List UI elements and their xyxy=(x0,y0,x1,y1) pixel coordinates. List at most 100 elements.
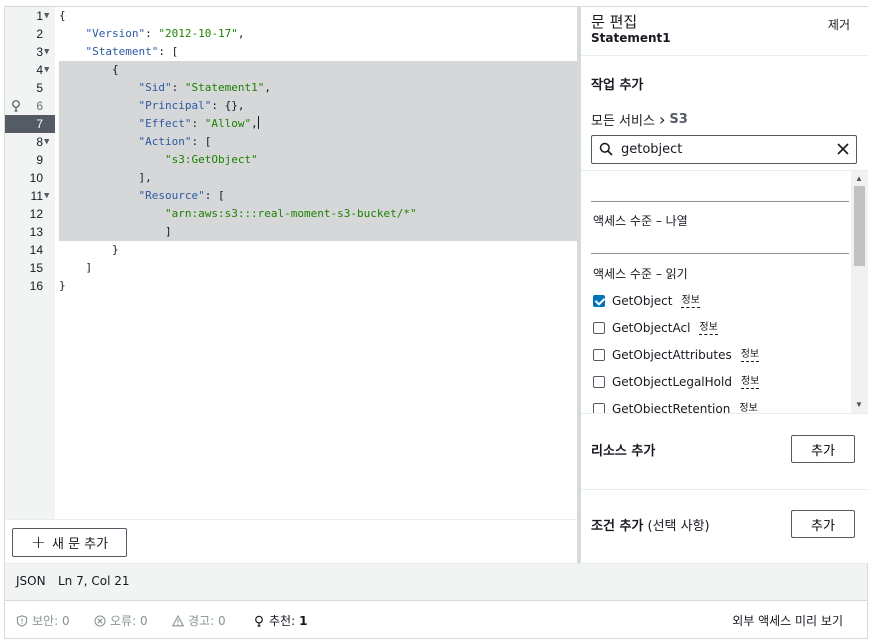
code-line-7[interactable]: 7 "Effect": "Allow", xyxy=(5,115,577,133)
breadcrumb-current: S3 xyxy=(669,112,688,127)
json-editor[interactable]: 1 ▼ { 2 "Version": "2012-10-17", 3 ▼ "St… xyxy=(5,7,577,519)
shield-icon xyxy=(16,614,28,627)
warnings-tab[interactable]: 경고: 0 xyxy=(172,612,226,629)
action-item[interactable]: GetObjectAcl 정보 xyxy=(593,319,718,337)
line-number: 13 xyxy=(29,225,43,239)
security-count: 보안: 0 xyxy=(32,614,70,628)
action-label: GetObjectAttributes xyxy=(612,348,732,362)
code-line-16[interactable]: 16 } xyxy=(5,277,577,295)
add-resource-label: 리소스 추가 xyxy=(591,444,656,459)
action-label: GetObjectAcl xyxy=(612,321,691,335)
action-item[interactable]: GetObjectLegalHold 정보 xyxy=(593,373,760,391)
code-line-6[interactable]: 6 "Principal": {}, xyxy=(5,97,577,115)
add-statement-label: 새 문 추가 xyxy=(51,537,109,552)
error-icon xyxy=(94,614,106,627)
scroll-up-icon[interactable]: ▲ xyxy=(855,174,863,183)
code-line-1[interactable]: 1 ▼ { xyxy=(5,7,577,25)
checkbox[interactable] xyxy=(593,403,605,413)
chevron-right-icon: › xyxy=(658,110,666,129)
action-label: GetObject xyxy=(612,294,673,308)
code-line-5[interactable]: 5 "Sid": "Statement1", xyxy=(5,79,577,97)
action-label: GetObjectLegalHold xyxy=(612,375,732,389)
code-line-8[interactable]: 8 ▼ "Action": [ xyxy=(5,133,577,151)
line-number: 11 xyxy=(30,189,43,203)
checkbox-checked[interactable] xyxy=(593,295,605,307)
scrollbar-thumb[interactable] xyxy=(854,186,865,266)
editor-footer: + 새 문 추가 xyxy=(5,519,577,563)
line-number: 6 xyxy=(36,99,43,113)
add-condition-label: 조건 추가 (선택 사항) xyxy=(591,519,710,534)
code-line-12[interactable]: 12 "arn:aws:s3:::real-moment-s3-bucket/*… xyxy=(5,205,577,223)
preview-external-access-link[interactable]: 외부 액세스 미리 보기 xyxy=(732,612,843,629)
add-action-title: 작업 추가 xyxy=(591,78,644,93)
clear-icon[interactable] xyxy=(836,142,850,156)
line-number: 2 xyxy=(36,27,43,41)
divider xyxy=(591,201,849,202)
code-line-4[interactable]: 4 ▼ { xyxy=(5,61,577,79)
fold-arrow-icon[interactable]: ▼ xyxy=(44,7,49,25)
security-tab[interactable]: 보안: 0 xyxy=(16,612,70,629)
list-scrollbar[interactable]: ▲ ▼ xyxy=(851,171,868,413)
info-link[interactable]: 정보 xyxy=(681,295,700,308)
add-resource-button[interactable]: 추가 xyxy=(791,435,855,463)
suggestions-tab[interactable]: 추천: 1 xyxy=(253,612,307,629)
errors-count: 오류: 0 xyxy=(110,614,148,628)
plus-icon: + xyxy=(30,531,46,553)
fold-arrow-icon[interactable]: ▼ xyxy=(44,187,49,205)
action-search-input[interactable]: getobject xyxy=(591,135,857,164)
line-number: 12 xyxy=(29,207,43,221)
info-link[interactable]: 정보 xyxy=(699,322,718,335)
fold-arrow-icon[interactable]: ▼ xyxy=(44,133,49,151)
action-item[interactable]: GetObject 정보 xyxy=(593,292,700,310)
code-line-9[interactable]: 9 "s3:GetObject" xyxy=(5,151,577,169)
add-statement-button[interactable]: + 새 문 추가 xyxy=(12,528,127,557)
code-line-2[interactable]: 2 "Version": "2012-10-17", xyxy=(5,25,577,43)
line-number: 5 xyxy=(36,81,43,95)
add-resource-row: 리소스 추가 추가 xyxy=(581,413,868,489)
remove-statement-button[interactable]: 제거 xyxy=(828,16,850,33)
add-condition-row: 조건 추가 (선택 사항) 추가 xyxy=(581,489,868,563)
line-number: 4 xyxy=(36,63,43,77)
fold-arrow-icon[interactable]: ▼ xyxy=(44,61,49,79)
line-number-active: 7 xyxy=(5,115,55,133)
checkbox[interactable] xyxy=(593,322,605,334)
cursor-position: Ln 7, Col 21 xyxy=(58,574,130,588)
policy-checks-bar: 보안: 0 오류: 0 경고: 0 추천: 1 외부 액세스 미리 보기 xyxy=(5,600,867,638)
service-breadcrumb: 모든 서비스 › S3 xyxy=(591,110,688,129)
breadcrumb-all-services[interactable]: 모든 서비스 xyxy=(591,110,655,129)
info-link[interactable]: 정보 xyxy=(739,403,757,414)
action-item[interactable]: GetObjectAttributes 정보 xyxy=(593,346,760,364)
action-results-list[interactable]: 액세스 수준 – 나열 액세스 수준 – 읽기 GetObject 정보 Get… xyxy=(581,170,868,413)
info-link[interactable]: 정보 xyxy=(740,349,760,362)
add-condition-button[interactable]: 추가 xyxy=(791,510,855,538)
code-line-14[interactable]: 14 } xyxy=(5,241,577,259)
checkbox[interactable] xyxy=(593,349,605,361)
fold-arrow-icon[interactable]: ▼ xyxy=(44,43,49,61)
checkbox[interactable] xyxy=(593,376,605,388)
optional-label: (선택 사항) xyxy=(647,519,710,534)
errors-tab[interactable]: 오류: 0 xyxy=(94,612,148,629)
scroll-down-icon[interactable]: ▼ xyxy=(855,400,863,409)
divider xyxy=(591,253,849,254)
panel-title: 문 편집 xyxy=(591,13,638,31)
code-line-13[interactable]: 13 ] xyxy=(5,223,577,241)
group-title-read: 액세스 수준 – 읽기 xyxy=(593,267,688,281)
code-line-11[interactable]: 11 ▼ "Resource": [ xyxy=(5,187,577,205)
action-label: GetObjectRetention xyxy=(612,402,731,413)
code-line-3[interactable]: 3 ▼ "Statement": [ xyxy=(5,43,577,61)
editor-status-bar: JSON Ln 7, Col 21 xyxy=(5,563,867,600)
action-item[interactable]: GetObjectRetention 정보 xyxy=(593,400,758,413)
statement-name: Statement1 xyxy=(591,31,671,45)
code-line-10[interactable]: 10 ], xyxy=(5,169,577,187)
line-number: 9 xyxy=(36,153,43,167)
line-number: 10 xyxy=(29,171,43,185)
language-mode: JSON xyxy=(16,574,46,588)
line-number: 16 xyxy=(29,279,43,293)
code-line-15[interactable]: 15 ] xyxy=(5,259,577,277)
line-number: 15 xyxy=(29,261,43,275)
search-icon xyxy=(599,142,613,156)
info-link[interactable]: 정보 xyxy=(740,376,760,389)
line-number: 14 xyxy=(29,243,43,257)
group-title-list: 액세스 수준 – 나열 xyxy=(593,214,688,228)
search-value: getobject xyxy=(621,142,683,157)
